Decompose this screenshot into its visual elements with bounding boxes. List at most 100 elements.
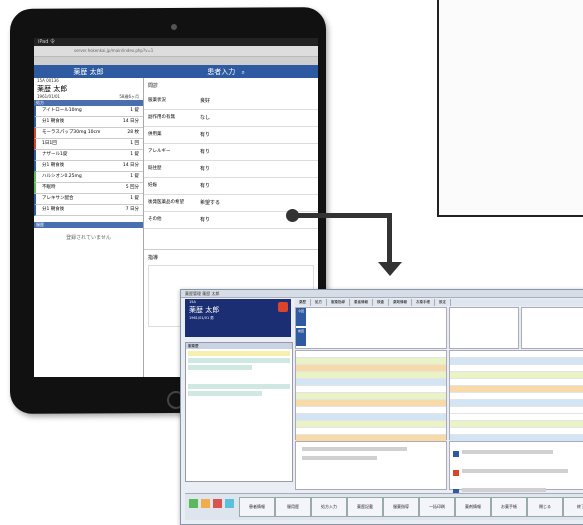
- interview-value: 希望する: [200, 200, 221, 206]
- table-row[interactable]: [296, 393, 446, 400]
- blue-icon[interactable]: [225, 499, 234, 508]
- action-button[interactable]: 薬剤情報: [455, 497, 491, 517]
- medication-row[interactable]: 1日1回 1 回: [34, 139, 143, 150]
- table-row[interactable]: [296, 358, 446, 365]
- main-tabs[interactable]: 薬歴 処方 服薬指導 患者情報 検査 薬剤情報 お薬手帳 設定: [295, 299, 583, 306]
- interview-title: 問診: [148, 83, 159, 89]
- list-item[interactable]: [188, 358, 290, 363]
- action-button[interactable]: 服薬指導: [383, 497, 419, 517]
- tab-item[interactable]: 薬剤情報: [389, 299, 412, 306]
- medication-name: ナザール1錠: [42, 152, 68, 157]
- interview-label: 後発医薬品の希望: [148, 200, 184, 205]
- medication-name: 1日1回: [42, 141, 57, 146]
- interview-row[interactable]: 併用薬 有り: [144, 127, 318, 144]
- list-item[interactable]: [188, 365, 252, 370]
- medication-row[interactable]: ハルシオン0.25mg 1 錠: [34, 172, 143, 183]
- table-row[interactable]: [450, 400, 583, 407]
- tab-item[interactable]: 服薬指導: [327, 299, 350, 306]
- table-row[interactable]: [296, 379, 446, 386]
- header-mode[interactable]: 患者入力: [145, 65, 235, 79]
- url-bar[interactable]: server.hokenkai.jp/main/index.php?v=1: [34, 46, 318, 57]
- notes-left[interactable]: [295, 441, 447, 490]
- table-row[interactable]: [296, 386, 446, 393]
- table-row[interactable]: [296, 414, 446, 421]
- table-row[interactable]: [450, 358, 583, 365]
- table-row[interactable]: [450, 365, 583, 372]
- table-row[interactable]: [296, 372, 446, 379]
- notes-right[interactable]: [449, 441, 583, 514]
- tab-item[interactable]: 処方: [311, 299, 327, 306]
- medication-row[interactable]: 不眠時 5 回分: [34, 183, 143, 194]
- list-item[interactable]: [188, 384, 290, 389]
- table-row[interactable]: [450, 393, 583, 400]
- table-row[interactable]: [296, 407, 446, 414]
- table-row[interactable]: [296, 400, 446, 407]
- action-button[interactable]: 一括印刷: [419, 497, 455, 517]
- patient-age: 58歳6ヶ月: [119, 94, 139, 99]
- prescription-panel: 15A 00136 薬歴 太郎 1961/01/01 58歳6ヶ月 処方 アイト…: [34, 78, 144, 377]
- table-row[interactable]: [450, 372, 583, 379]
- action-button[interactable]: 患者情報: [239, 497, 275, 517]
- side-tag-current[interactable]: 今回: [296, 308, 306, 326]
- table-row[interactable]: [450, 351, 583, 358]
- list-item[interactable]: [188, 351, 290, 356]
- side-tag-previous[interactable]: 前回: [296, 328, 306, 346]
- history-list[interactable]: 服薬歴: [185, 342, 293, 482]
- medication-row[interactable]: 分1 朝食後 14 日分: [34, 161, 143, 172]
- tab-item[interactable]: 患者情報: [350, 299, 373, 306]
- action-button[interactable]: 薬歴記載: [347, 497, 383, 517]
- table-row[interactable]: [296, 428, 446, 435]
- medication-qty: 28 枚: [127, 130, 139, 135]
- table-row[interactable]: [296, 351, 446, 358]
- table-row[interactable]: [450, 421, 583, 428]
- medication-grid[interactable]: [449, 350, 583, 449]
- desk-patient-meta: 1961/01/01 男: [189, 316, 214, 320]
- tab-item[interactable]: お薬手帳: [412, 299, 435, 306]
- calendar[interactable]: [449, 307, 519, 349]
- interview-row[interactable]: 既往歴 有り: [144, 161, 318, 178]
- table-row[interactable]: [450, 386, 583, 393]
- interview-row[interactable]: 副作用の有無 なし: [144, 110, 318, 127]
- prescription-form[interactable]: 今回 前回: [295, 307, 447, 349]
- interview-value: 有り: [200, 149, 211, 155]
- orange-icon[interactable]: [201, 499, 210, 508]
- interview-label: 既往歴: [148, 166, 162, 171]
- action-button[interactable]: 処方入力: [311, 497, 347, 517]
- action-button[interactable]: 服用歴: [275, 497, 311, 517]
- medication-row[interactable]: モーラスパップ30mg 10cm 28 枚: [34, 128, 143, 139]
- alert-icon[interactable]: [278, 302, 288, 312]
- tab-item[interactable]: 検査: [373, 299, 389, 306]
- info-panel: [521, 307, 583, 349]
- action-button[interactable]: 終了: [563, 497, 583, 517]
- interview-label: 併用薬: [148, 132, 162, 137]
- medication-row[interactable]: 分1 朝食後 14 日分: [34, 117, 143, 128]
- table-row[interactable]: [296, 421, 446, 428]
- interview-value: 有り: [200, 166, 211, 172]
- notes-title: 指導: [144, 249, 318, 265]
- prescription-grid[interactable]: [295, 350, 447, 449]
- list-item[interactable]: [188, 391, 263, 396]
- medication-row[interactable]: 分1 朝食後 7 日分: [34, 205, 143, 216]
- browser-tabs[interactable]: [34, 57, 318, 65]
- table-row[interactable]: [450, 407, 583, 414]
- table-row[interactable]: [450, 428, 583, 435]
- interview-value: 良好: [200, 98, 211, 104]
- tab-item[interactable]: 設定: [435, 299, 451, 306]
- red-icon[interactable]: [213, 499, 222, 508]
- interview-label: その他: [148, 217, 162, 222]
- medication-row[interactable]: アイトロール10mg 1 錠: [34, 106, 143, 117]
- tab-item[interactable]: 薬歴: [295, 299, 311, 306]
- medication-row[interactable]: アレキサン配合 1 錠: [34, 194, 143, 205]
- interview-row[interactable]: アレルギー 有り: [144, 144, 318, 161]
- table-row[interactable]: [450, 379, 583, 386]
- medication-row[interactable]: ナザール1錠 1 錠: [34, 150, 143, 161]
- interview-row[interactable]: 妊娠 有り: [144, 178, 318, 195]
- table-row[interactable]: [296, 365, 446, 372]
- table-row[interactable]: [450, 414, 583, 421]
- action-button[interactable]: お薬手帳: [491, 497, 527, 517]
- app-header: 薬歴 太郎 患者入力 ⌕: [34, 65, 318, 79]
- green-icon[interactable]: [189, 499, 198, 508]
- action-button[interactable]: 閉じる: [527, 497, 563, 517]
- medication-name: アイトロール10mg: [42, 108, 82, 113]
- interview-row[interactable]: 服薬状況 良好: [144, 93, 318, 110]
